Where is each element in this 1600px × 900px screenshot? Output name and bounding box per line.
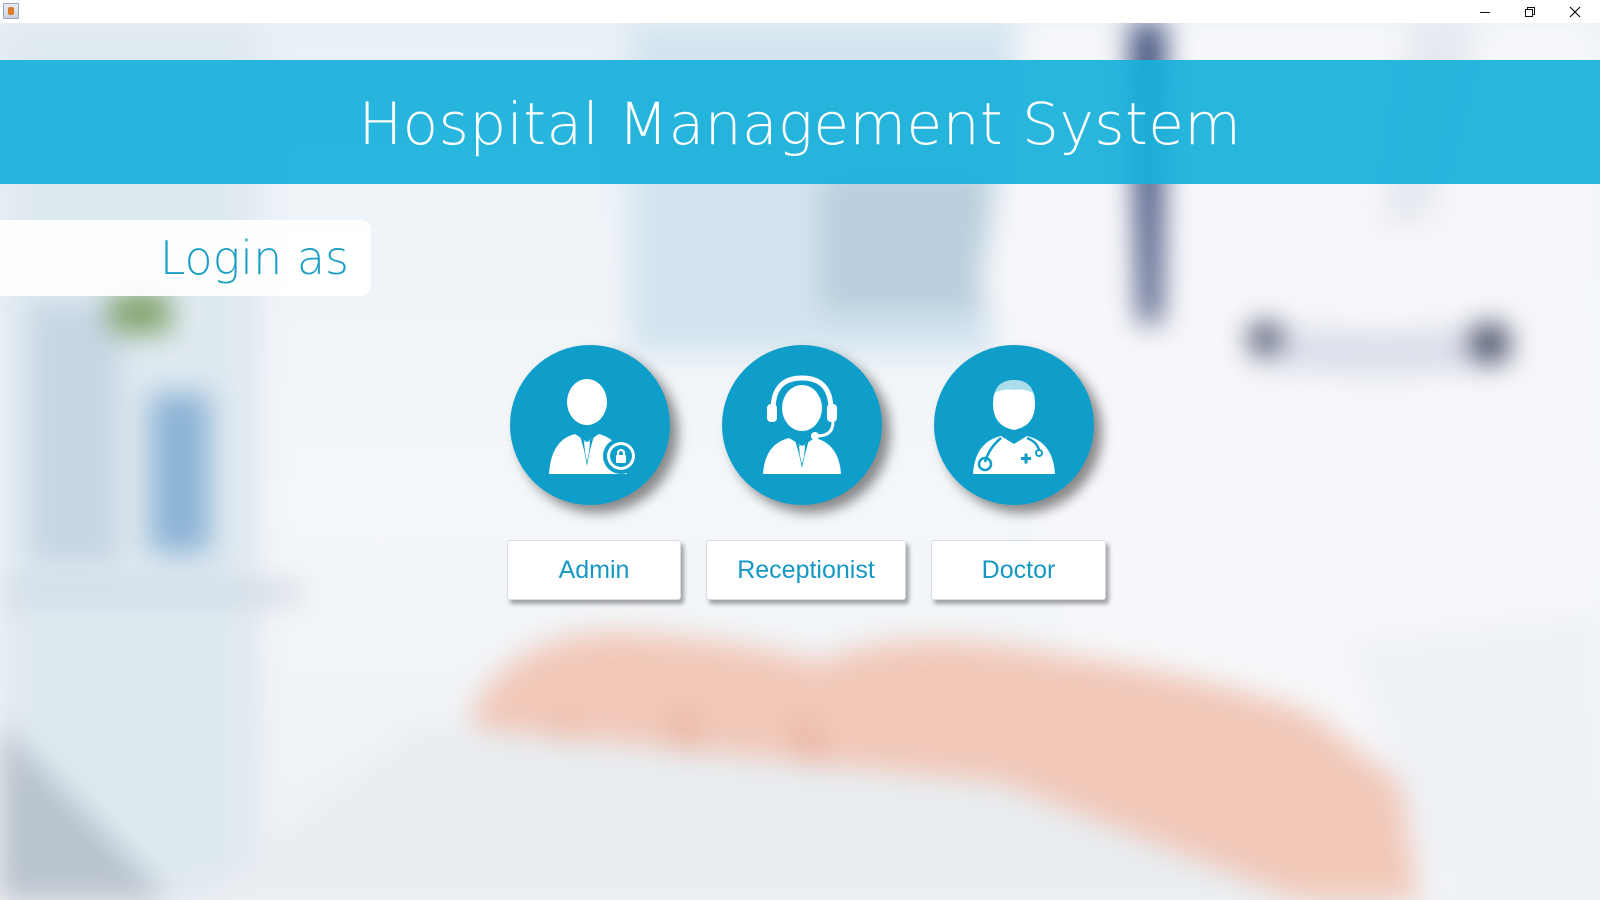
minimize-button[interactable]: [1462, 0, 1508, 23]
receptionist-icon-button[interactable]: [722, 345, 882, 505]
doctor-icon-button[interactable]: [934, 345, 1094, 505]
admin-button-label: Admin: [558, 555, 630, 584]
login-as-label: Login as: [159, 231, 349, 285]
close-button[interactable]: [1552, 0, 1598, 23]
admin-user-lock-icon: [549, 379, 639, 474]
receptionist-headset-icon: [763, 375, 841, 474]
window-titlebar: [0, 0, 1600, 23]
admin-button[interactable]: Admin: [507, 540, 681, 600]
app-title: Hospital Management System: [358, 90, 1242, 158]
restore-icon: [1525, 6, 1535, 17]
doctor-button-label: Doctor: [981, 555, 1056, 584]
doctor-button[interactable]: Doctor: [931, 540, 1106, 600]
login-as-panel: Login as: [0, 220, 371, 296]
java-cup-icon: [3, 3, 19, 19]
close-icon: [1569, 6, 1581, 17]
admin-icon-button[interactable]: [510, 345, 670, 505]
doctor-stethoscope-icon: [973, 379, 1055, 474]
minimize-icon: [1480, 11, 1490, 13]
restore-button[interactable]: [1507, 0, 1553, 23]
receptionist-button-label: Receptionist: [737, 555, 875, 584]
receptionist-button[interactable]: Receptionist: [706, 540, 906, 600]
